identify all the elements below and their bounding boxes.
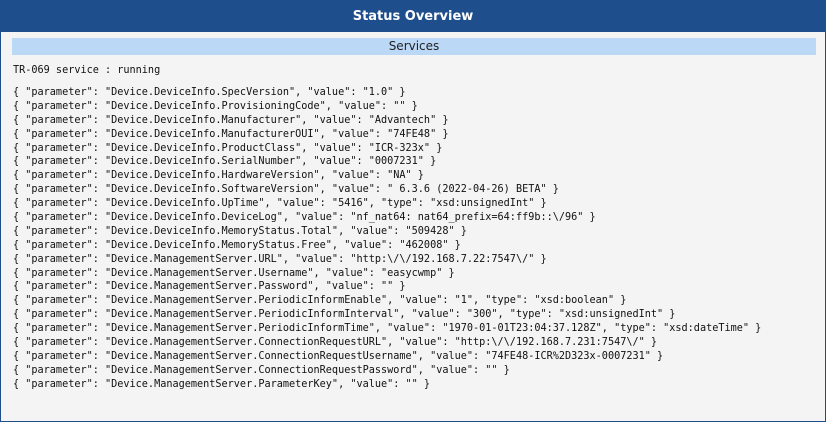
parameter-line: { "parameter": "Device.DeviceInfo.Memory…: [13, 239, 461, 251]
parameter-line: { "parameter": "Device.DeviceInfo.Serial…: [13, 156, 437, 168]
parameter-line: { "parameter": "Device.DeviceInfo.Device…: [13, 212, 596, 224]
parameter-line: { "parameter": "Device.DeviceInfo.Hardwa…: [13, 170, 424, 182]
section-title: Services: [12, 38, 816, 55]
parameter-line: { "parameter": "Device.DeviceInfo.Memory…: [13, 225, 467, 237]
status-overview-panel: Status Overview Services TR-069 service …: [0, 0, 826, 422]
parameter-line: { "parameter": "Device.ManagementServer.…: [13, 364, 510, 376]
parameter-line: { "parameter": "Device.ManagementServer.…: [13, 350, 664, 362]
parameter-line: { "parameter": "Device.ManagementServer.…: [13, 253, 547, 265]
panel-title: Status Overview: [1, 1, 825, 32]
parameter-line: { "parameter": "Device.ManagementServer.…: [13, 309, 676, 321]
parameter-line: { "parameter": "Device.ManagementServer.…: [13, 295, 627, 307]
parameter-line: { "parameter": "Device.DeviceInfo.Manufa…: [13, 128, 449, 140]
parameter-line: { "parameter": "Device.ManagementServer.…: [13, 267, 455, 279]
parameter-list: { "parameter": "Device.DeviceInfo.SpecVe…: [13, 86, 825, 392]
parameter-line: { "parameter": "Device.ManagementServer.…: [13, 337, 658, 349]
services-content: TR-069 service : running { "parameter": …: [1, 64, 825, 392]
parameter-line: { "parameter": "Device.DeviceInfo.Provis…: [13, 100, 418, 112]
parameter-line: { "parameter": "Device.DeviceInfo.Produc…: [13, 142, 443, 154]
parameter-line: { "parameter": "Device.DeviceInfo.UpTime…: [13, 198, 547, 210]
service-status: TR-069 service : running: [13, 65, 161, 76]
parameter-line: { "parameter": "Device.ManagementServer.…: [13, 323, 762, 335]
parameter-line: { "parameter": "Device.DeviceInfo.Manufa…: [13, 114, 449, 126]
parameter-line: { "parameter": "Device.ManagementServer.…: [13, 281, 406, 293]
parameter-line: { "parameter": "Device.DeviceInfo.Softwa…: [13, 184, 559, 196]
parameter-line: { "parameter": "Device.DeviceInfo.SpecVe…: [13, 87, 406, 98]
parameter-line: { "parameter": "Device.ManagementServer.…: [13, 378, 431, 390]
